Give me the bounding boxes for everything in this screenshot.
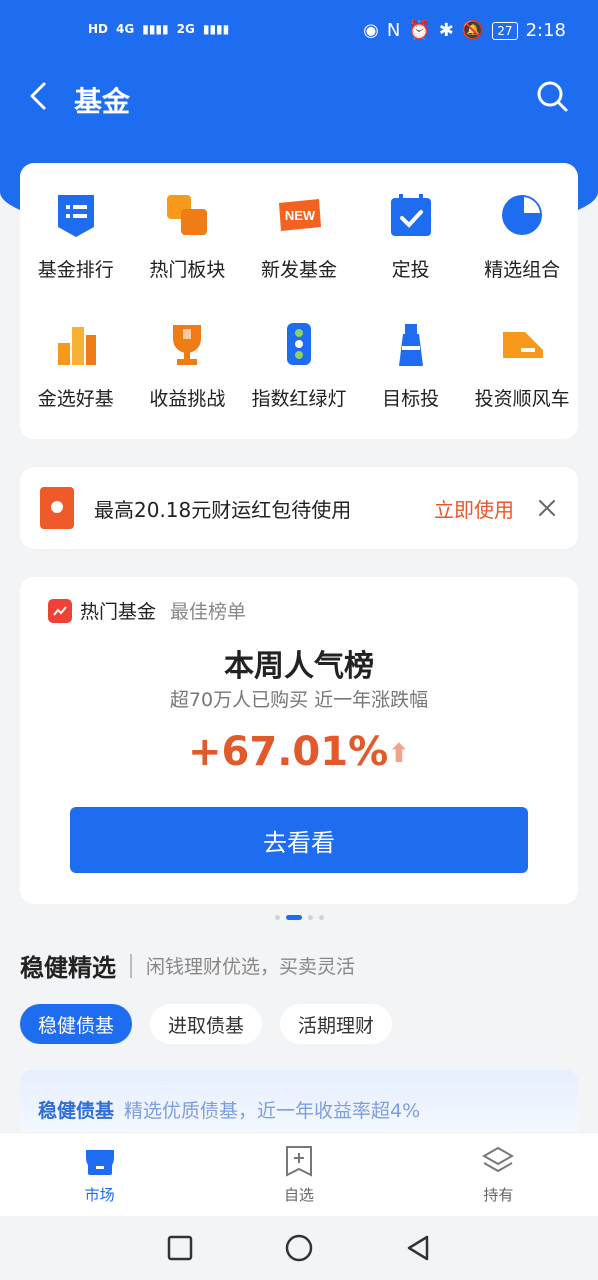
carousel-dot	[307, 915, 313, 920]
tab-aggressive-bond[interactable]: 进取债基	[150, 1004, 263, 1044]
mute-icon: 🔕	[461, 20, 485, 41]
page-title: 基金	[74, 85, 131, 118]
layers-icon	[482, 1146, 515, 1173]
nfc-icon: N	[386, 20, 401, 41]
go-see-button[interactable]: 去看看	[70, 807, 528, 873]
stable-bond-card[interactable]: 稳健债基 精选优质债基，近一年收益率超4%	[20, 1070, 578, 1140]
hot-funds-header: 热门基金 最佳榜单	[48, 597, 246, 624]
grid-label: 目标投	[382, 388, 440, 410]
svg-text:NEW: NEW	[285, 208, 316, 223]
traffic-light-icon	[275, 320, 323, 368]
home-icon[interactable]	[284, 1233, 314, 1263]
grid-label: 基金排行	[37, 259, 114, 281]
hd-label: HD	[88, 22, 109, 36]
status-right: ◉ N ⏰ ✱ 🔕 27 2:18	[363, 20, 566, 41]
grid-item-hot-sectors[interactable]: 热门板块	[132, 191, 244, 282]
peek-desc: 精选优质债基，近一年收益率超4%	[124, 1100, 421, 1122]
grid-label: 精选组合	[484, 259, 561, 281]
carousel-dot	[274, 915, 280, 920]
section-header: 稳健精选 闲钱理财优选，买卖灵活	[20, 948, 355, 983]
calendar-check-icon	[387, 191, 435, 239]
add-square-icon	[285, 1146, 312, 1177]
carousel-dot	[318, 915, 324, 920]
grid-label: 定投	[391, 259, 430, 281]
new-badge-icon: NEW	[275, 191, 323, 239]
hot-funds-card: 热门基金 最佳榜单 本周人气榜 超70万人已购买 近一年涨跌幅 +67.01%⬆…	[20, 577, 578, 904]
back-icon[interactable]	[22, 78, 58, 114]
bluetooth-icon: ✱	[438, 20, 454, 41]
status-left: HD 4G ▮▮▮▮ 2G ▮▮▮▮	[88, 22, 229, 36]
red-packet-banner[interactable]: 最高20.18元财运红包待使用 立即使用	[20, 467, 578, 549]
red-packet-icon	[40, 487, 74, 529]
banner-text: 最高20.18元财运红包待使用	[94, 497, 352, 522]
trophy-icon	[163, 320, 211, 368]
grid-item-gold-picks[interactable]: 金选好基	[20, 320, 132, 411]
function-grid: 基金排行 热门板块 NEW 新发基金 定投 精选组合 金选好基 收益挑战 指数红…	[20, 163, 578, 411]
hot-funds-title: 本周人气榜	[224, 649, 374, 684]
clock: 2:18	[525, 20, 566, 41]
signal-icon: ▮▮▮▮	[142, 22, 169, 36]
section-title: 稳健精选	[20, 954, 116, 982]
tab-stable-bond[interactable]: 稳健债基	[20, 1004, 133, 1044]
tab-label: 自选	[283, 1186, 314, 1204]
status-bar: HD 4G ▮▮▮▮ 2G ▮▮▮▮ ◉ N ⏰ ✱ 🔕 27 2:18	[0, 0, 598, 62]
system-nav-bar	[0, 1216, 598, 1280]
eye-icon: ◉	[363, 20, 379, 41]
grid-item-portfolio[interactable]: 精选组合	[466, 191, 578, 282]
podium-icon	[52, 320, 100, 368]
search-icon[interactable]	[534, 78, 570, 114]
back-nav-icon[interactable]	[403, 1233, 433, 1263]
blocks-icon	[163, 191, 211, 239]
function-grid-card: 基金排行 热门板块 NEW 新发基金 定投 精选组合 金选好基 收益挑战 指数红…	[20, 163, 578, 439]
carousel-dot-active	[285, 915, 302, 920]
grid-item-invest-carpool[interactable]: 投资顺风车	[466, 320, 578, 411]
grid-item-target-invest[interactable]: 目标投	[355, 320, 467, 411]
signal-icon-2: ▮▮▮▮	[202, 22, 230, 36]
hot-funds-desc: 超70万人已购买 近一年涨跌幅	[169, 689, 429, 711]
category-tabs: 稳健债基 进取债基 活期理财	[20, 1004, 393, 1044]
store-icon	[85, 1150, 114, 1175]
pie-chart-icon	[498, 191, 546, 239]
grid-label: 金选好基	[37, 388, 114, 410]
tab-watchlist[interactable]: 自选	[199, 1133, 398, 1216]
recent-apps-icon[interactable]	[165, 1233, 195, 1263]
tab-label: 市场	[84, 1186, 115, 1204]
section-subtitle: 闲钱理财优选，买卖灵活	[146, 956, 356, 978]
grid-label: 指数红绿灯	[251, 388, 347, 410]
grid-label: 投资顺风车	[474, 388, 570, 410]
network-2g: 2G	[176, 22, 195, 36]
grid-label: 热门板块	[149, 259, 226, 281]
car-icon	[498, 320, 546, 368]
grid-item-auto-invest[interactable]: 定投	[355, 191, 467, 282]
tab-market[interactable]: 市场	[0, 1133, 199, 1216]
hot-funds-label: 热门基金	[80, 601, 157, 623]
tab-holdings[interactable]: 持有	[399, 1133, 598, 1216]
battery-icon: 27	[492, 21, 518, 40]
grid-item-index-lights[interactable]: 指数红绿灯	[243, 320, 355, 411]
grid-label: 收益挑战	[149, 388, 226, 410]
tab-label: 持有	[483, 1186, 514, 1204]
network-4g: 4G	[116, 22, 135, 36]
grid-label: 新发基金	[260, 259, 337, 281]
close-icon[interactable]	[536, 497, 558, 519]
lighthouse-icon	[387, 320, 435, 368]
hot-funds-rate: +67.01%⬆	[20, 729, 578, 775]
carousel-indicator	[0, 915, 598, 920]
divider	[130, 953, 132, 978]
grid-item-return-challenge[interactable]: 收益挑战	[132, 320, 244, 411]
peek-title: 稳健债基	[38, 1100, 115, 1122]
up-arrow-icon: ⬆	[388, 739, 410, 769]
use-now-link[interactable]: 立即使用	[434, 494, 514, 523]
grid-item-new-funds[interactable]: NEW 新发基金	[243, 191, 355, 282]
list-icon	[52, 191, 100, 239]
tab-demand-finance[interactable]: 活期理财	[280, 1004, 393, 1044]
grid-item-fund-ranking[interactable]: 基金排行	[20, 191, 132, 282]
trend-icon	[48, 598, 72, 623]
alarm-icon: ⏰	[408, 20, 431, 41]
hot-funds-sublabel: 最佳榜单	[170, 601, 247, 623]
rate-value: +67.01%	[188, 729, 389, 775]
bottom-tab-bar: 市场 自选 持有	[0, 1132, 598, 1216]
